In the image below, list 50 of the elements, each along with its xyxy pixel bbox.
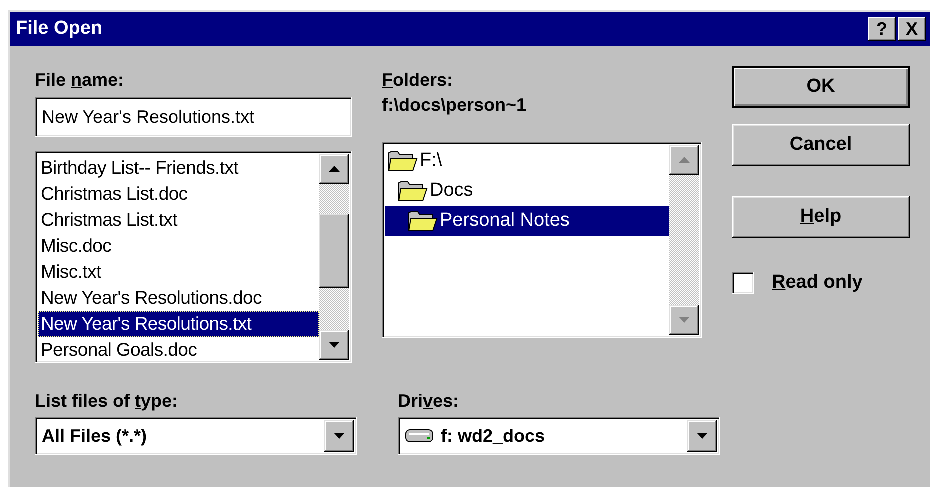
scroll-thumb[interactable]	[319, 214, 349, 288]
field-label: File name:	[35, 69, 126, 92]
field-label: Folders:	[382, 69, 454, 92]
window-title: File Open	[16, 18, 104, 40]
file-item[interactable]: New Year's Resolutions.doc	[38, 285, 319, 311]
down-arrow-icon	[696, 433, 708, 439]
file-item[interactable]: Misc.txt	[38, 259, 319, 285]
drives-dropdown[interactable]: f: wd2_docs	[398, 417, 720, 455]
folder-row[interactable]: Personal Notes	[385, 206, 669, 236]
dropdown-button[interactable]	[324, 420, 354, 452]
folder-icon	[398, 179, 428, 203]
dropdown-value: All Files (*.*)	[42, 426, 148, 446]
scroll-down-button[interactable]	[669, 305, 699, 335]
dropdown-button[interactable]	[687, 420, 717, 452]
dialog-button[interactable]: OK	[732, 66, 910, 108]
folder-row[interactable]: Docs	[385, 176, 669, 206]
checkbox-label[interactable]: Read only	[772, 272, 863, 294]
up-arrow-icon	[678, 157, 690, 163]
title-bar-button[interactable]: ?	[868, 17, 896, 41]
down-arrow-icon	[328, 342, 340, 348]
checkbox[interactable]	[732, 272, 754, 294]
folder-icon	[388, 149, 418, 173]
down-arrow-icon	[334, 433, 344, 439]
drive-icon	[405, 428, 435, 444]
scrollbar-track[interactable]	[319, 154, 349, 360]
dropdown-value: f: wd2_docs	[441, 426, 546, 446]
file-item[interactable]: Misc.doc	[38, 233, 319, 259]
folder-name: F:\	[419, 149, 444, 173]
file-type-dropdown[interactable]: All Files (*.*)	[35, 417, 357, 455]
file-item[interactable]: Christmas List.txt	[38, 207, 319, 233]
dialog-button[interactable]: Help	[732, 196, 910, 238]
field-label: List files of type:	[35, 390, 180, 413]
dialog-button[interactable]: Cancel	[732, 124, 910, 166]
folder-path: f:\docs\person~1	[382, 94, 528, 117]
file-item[interactable]: Birthday List-- Friends.txt	[38, 155, 319, 181]
file-item[interactable]: Christmas List.doc	[38, 181, 319, 207]
field-label: Drives:	[398, 390, 460, 413]
folder-icon	[408, 209, 438, 233]
down-arrow-icon	[678, 317, 690, 323]
scroll-up-button[interactable]	[319, 154, 349, 184]
folder-name: Docs	[429, 179, 474, 203]
up-arrow-icon	[328, 166, 340, 172]
file-name-field[interactable]: New Year's Resolutions.txt	[35, 97, 352, 137]
title-bar-button[interactable]: X	[898, 17, 926, 41]
scroll-down-button[interactable]	[319, 330, 349, 360]
file-item[interactable]: New Year's Resolutions.txt	[38, 311, 319, 337]
folder-row[interactable]: F:\	[385, 146, 669, 176]
scrollbar-track[interactable]	[669, 145, 699, 335]
scroll-up-button[interactable]	[669, 145, 699, 175]
file-item[interactable]: Personal Goals.doc	[38, 337, 319, 363]
